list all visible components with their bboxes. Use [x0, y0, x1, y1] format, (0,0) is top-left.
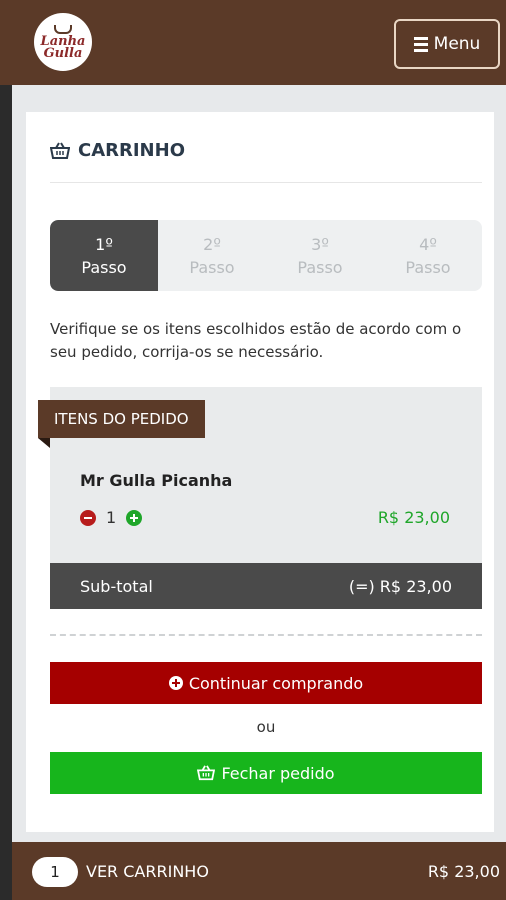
close-order-button[interactable]: Fechar pedido [50, 752, 482, 794]
instructions-text: Verifique se os itens escolhidos estão d… [50, 320, 462, 361]
plus-circle-icon[interactable] [126, 509, 143, 526]
item-price: R$ 23,00 [377, 508, 450, 527]
title-divider [50, 182, 482, 183]
menu-button[interactable]: Menu [394, 19, 500, 69]
step-4: 4º Passo [374, 220, 482, 291]
order-items-header: ITENS DO PEDIDO [38, 400, 205, 438]
continue-shopping-button[interactable]: Continuar comprando [50, 662, 482, 704]
subtotal-value: (=) R$ 23,00 [348, 576, 452, 596]
subtotal-label: Sub-total [80, 576, 153, 596]
minus-circle-icon[interactable] [80, 509, 96, 526]
page-title-text: CARRINHO [78, 140, 185, 161]
coffee-cup-icon [54, 24, 72, 34]
hamburger-icon [413, 36, 428, 52]
page-title: CARRINHO [50, 140, 185, 161]
basket-icon [197, 765, 216, 781]
continue-shopping-label: Continuar comprando [188, 673, 364, 693]
menu-label: Menu [433, 34, 481, 54]
dashed-divider [50, 634, 482, 636]
checkout-steps: 1º Passo 2º Passo 3º Passo 4º Passo [50, 220, 482, 291]
step-2: 2º Passo [158, 220, 266, 291]
logo-text-line2: Gulla [43, 45, 83, 61]
step-3-label: Passo [297, 257, 343, 277]
step-2-label: Passo [189, 257, 235, 277]
subtotal-bar: Sub-total (=) R$ 23,00 [50, 563, 482, 609]
brand-logo[interactable]: Lanha Gulla [34, 13, 92, 71]
step-4-label: Passo [405, 257, 451, 277]
plus-circle-icon [168, 676, 183, 690]
cart-card: CARRINHO 1º Passo 2º Passo 3º Passo 4º P… [26, 112, 494, 832]
step-3-number: 3º [311, 234, 329, 254]
view-cart-link[interactable]: VER CARRINHO [86, 862, 209, 881]
step-3: 3º Passo [266, 220, 374, 291]
top-navbar: Lanha Gulla Menu [0, 0, 506, 85]
basket-icon [50, 141, 70, 159]
step-2-number: 2º [203, 234, 221, 254]
close-order-label: Fechar pedido [221, 763, 335, 783]
step-1[interactable]: 1º Passo [50, 220, 158, 291]
cart-total: R$ 23,00 [427, 862, 500, 881]
step-1-label: Passo [81, 257, 127, 277]
item-name: Mr Gulla Picanha [80, 471, 233, 490]
step-4-number: 4º [419, 234, 437, 254]
quantity-stepper: 1 [80, 508, 143, 527]
cart-count-badge: 1 [32, 857, 78, 887]
step-1-number: 1º [95, 234, 113, 254]
ribbon-fold [38, 438, 50, 448]
or-separator: ou [256, 718, 276, 736]
order-items-panel: ITENS DO PEDIDO Mr Gulla Picanha 1 R$ 23… [38, 387, 482, 563]
bottom-cart-bar[interactable]: 1 VER CARRINHO R$ 23,00 [12, 842, 506, 900]
item-quantity: 1 [106, 508, 117, 527]
